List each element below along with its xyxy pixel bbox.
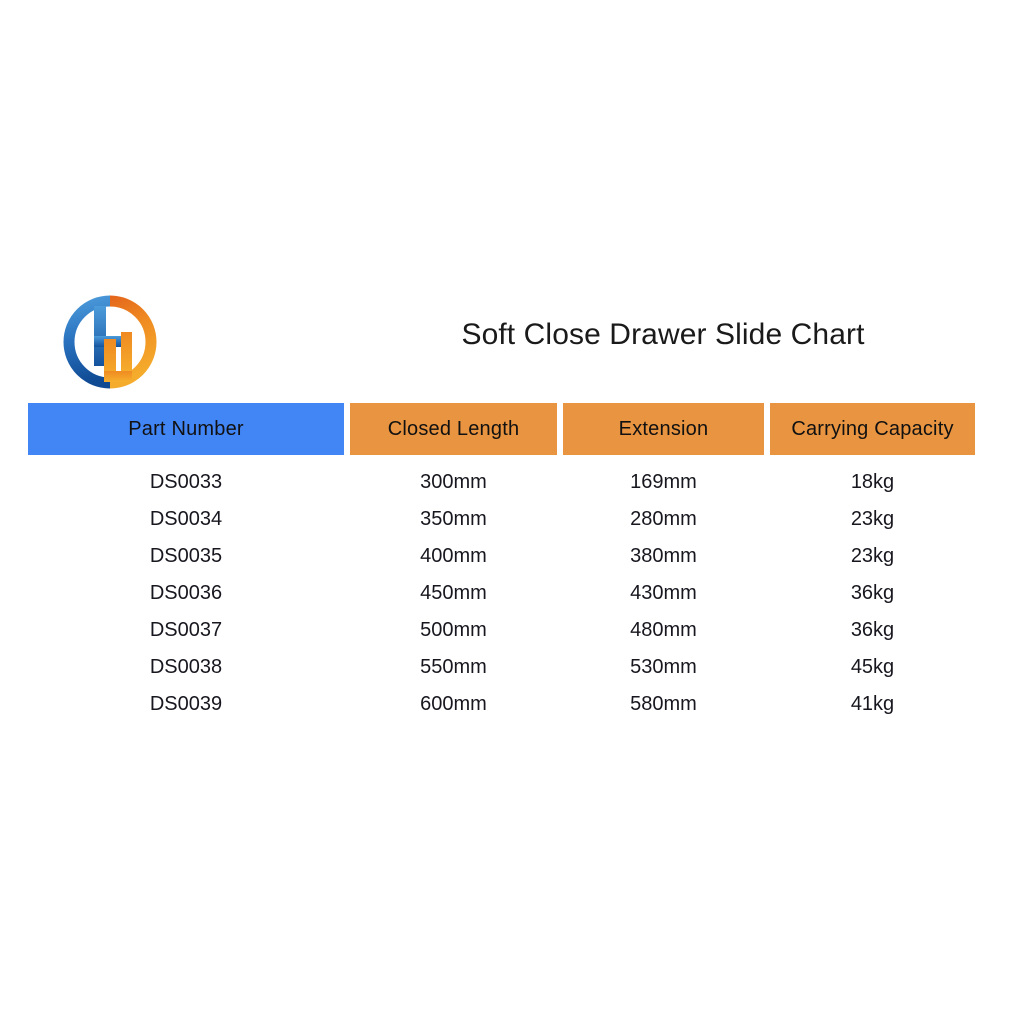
table-header-row: Part Number Closed Length Extension Carr… bbox=[28, 403, 975, 455]
cell-closed-length: 450mm bbox=[420, 582, 487, 604]
cell-carrying-capacity: 41kg bbox=[850, 693, 895, 715]
cell-carrying-capacity: 36kg bbox=[850, 582, 895, 604]
column-header-part-number: Part Number bbox=[28, 403, 344, 455]
cell-closed-length: 300mm bbox=[420, 471, 487, 493]
cell-part-number: DS0039 bbox=[149, 693, 223, 715]
company-monogram-logo bbox=[58, 292, 162, 392]
table-row: DS0038 550mm 530mm 45kg bbox=[28, 649, 975, 686]
cell-part-number: DS0035 bbox=[149, 545, 223, 567]
column-header-carrying-capacity: Carrying Capacity bbox=[770, 403, 975, 455]
cell-extension: 530mm bbox=[630, 656, 697, 678]
cell-carrying-capacity: 45kg bbox=[850, 656, 895, 678]
brand-header: Soft Close Drawer Slide Chart bbox=[28, 288, 975, 398]
cell-closed-length: 500mm bbox=[420, 619, 487, 641]
cell-closed-length: 350mm bbox=[420, 508, 487, 530]
cell-extension: 380mm bbox=[630, 545, 697, 567]
cell-extension: 169mm bbox=[630, 471, 697, 493]
column-header-extension: Extension bbox=[563, 403, 764, 455]
cell-part-number: DS0036 bbox=[149, 582, 223, 604]
page-canvas: Soft Close Drawer Slide Chart Part Numbe… bbox=[0, 0, 1024, 1024]
table-row: DS0035 400mm 380mm 23kg bbox=[28, 538, 975, 575]
cell-part-number: DS0034 bbox=[149, 508, 223, 530]
cell-closed-length: 400mm bbox=[420, 545, 487, 567]
cell-closed-length: 550mm bbox=[420, 656, 487, 678]
cell-part-number: DS0033 bbox=[149, 471, 223, 493]
table-row: DS0033 300mm 169mm 18kg bbox=[28, 464, 975, 501]
cell-carrying-capacity: 23kg bbox=[850, 545, 895, 567]
table-row: DS0034 350mm 280mm 23kg bbox=[28, 501, 975, 538]
cell-part-number: DS0038 bbox=[149, 656, 223, 678]
table-row: DS0039 600mm 580mm 41kg bbox=[28, 686, 975, 723]
page-title: Soft Close Drawer Slide Chart bbox=[461, 318, 865, 351]
cell-extension: 480mm bbox=[630, 619, 697, 641]
logo-svg bbox=[63, 295, 157, 389]
cell-extension: 430mm bbox=[630, 582, 697, 604]
cell-part-number: DS0037 bbox=[149, 619, 223, 641]
table-row: DS0036 450mm 430mm 36kg bbox=[28, 575, 975, 612]
cell-extension: 580mm bbox=[630, 693, 697, 715]
table-body: DS0033 300mm 169mm 18kg DS0034 350mm 280… bbox=[28, 464, 975, 723]
cell-carrying-capacity: 36kg bbox=[850, 619, 895, 641]
column-header-closed-length: Closed Length bbox=[350, 403, 557, 455]
cell-extension: 280mm bbox=[630, 508, 697, 530]
drawer-slide-table: Part Number Closed Length Extension Carr… bbox=[28, 403, 975, 723]
cell-carrying-capacity: 23kg bbox=[850, 508, 895, 530]
cell-carrying-capacity: 18kg bbox=[850, 471, 895, 493]
table-row: DS0037 500mm 480mm 36kg bbox=[28, 612, 975, 649]
cell-closed-length: 600mm bbox=[420, 693, 487, 715]
